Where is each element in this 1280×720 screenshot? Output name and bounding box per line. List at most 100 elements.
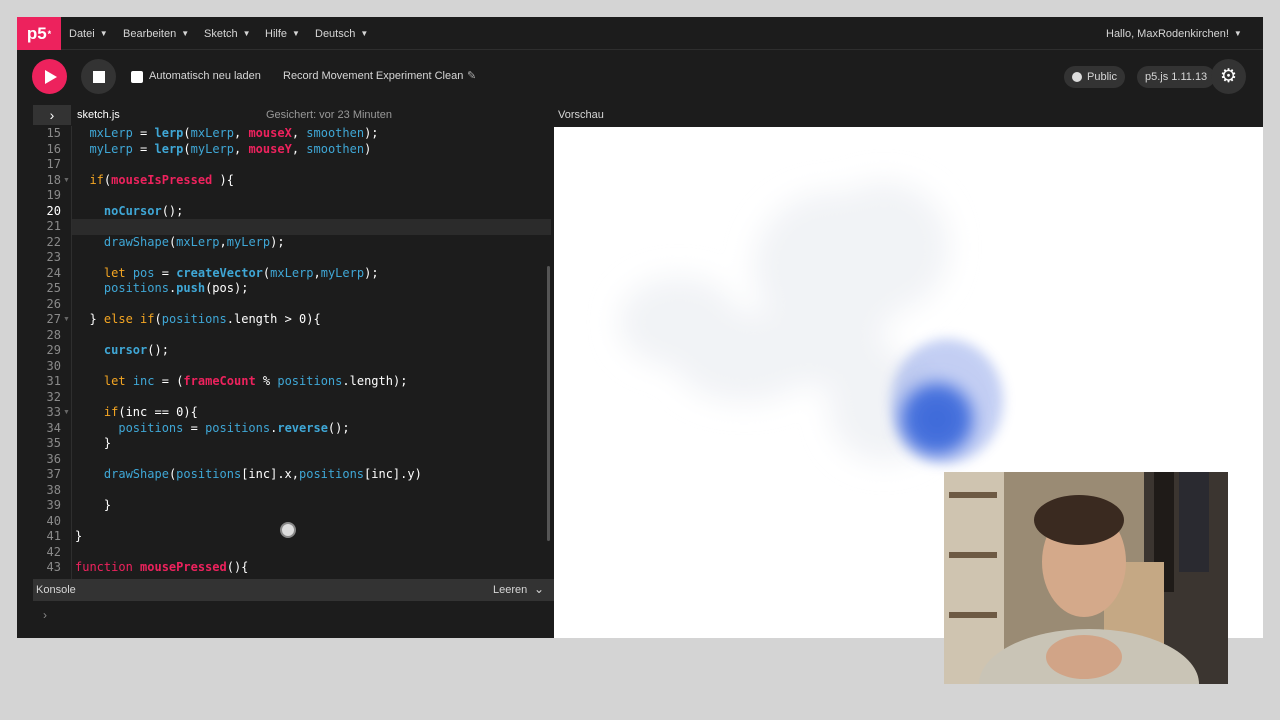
chevron-right-icon: ›: [43, 608, 47, 622]
line-number: 37: [46, 467, 61, 481]
pencil-icon[interactable]: ✎: [467, 69, 476, 82]
line-number: 31: [46, 374, 61, 388]
logo-asterisk: *: [47, 28, 52, 39]
line-number: 35: [46, 436, 61, 450]
code-line: cursor();: [103, 343, 169, 357]
stop-icon: [92, 70, 105, 83]
line-number: 30: [46, 358, 61, 373]
play-icon: [45, 69, 57, 84]
menu-help[interactable]: Hilfe ▼: [265, 17, 300, 50]
console-body[interactable]: ›: [33, 601, 554, 638]
caret-down-icon: ▼: [181, 29, 190, 38]
code-line: positions.push(pos);: [103, 281, 249, 295]
active-line-highlight: [33, 219, 551, 235]
editor-header: › sketch.js Gesichert: vor 23 Minuten: [17, 104, 554, 126]
project-name[interactable]: Record Movement Experiment Clean: [283, 70, 463, 82]
user-menu[interactable]: Hallo, MaxRodenkirchen! ▼: [1106, 17, 1242, 50]
menu-sketch[interactable]: Sketch ▼: [204, 17, 251, 50]
webcam-overlay: [944, 472, 1228, 684]
line-number: 36: [46, 451, 61, 466]
autoreload-label: Automatisch neu laden: [149, 70, 261, 82]
code-line: }: [75, 436, 112, 450]
code-line: function mousePressed(){: [75, 560, 249, 574]
code-line: if(mouseIsPressed ){: [89, 172, 234, 187]
menu-bar: p5 * Datei ▼ Bearbeiten ▼ Sketch ▼ Hilfe ▼ De…: [17, 17, 1263, 50]
user-greeting: Hallo, MaxRodenkirchen!: [1106, 27, 1229, 40]
caret-down-icon: ▼: [242, 29, 251, 38]
menu-edit-label: Bearbeiten: [123, 27, 177, 40]
menu-help-label: Hilfe: [265, 27, 288, 40]
fold-arrow-icon[interactable]: ▼: [63, 173, 70, 189]
visibility-button[interactable]: Public: [1064, 66, 1125, 88]
visibility-label: Public: [1087, 71, 1117, 83]
code-line: drawShape(mxLerp,myLerp);: [103, 234, 285, 249]
chevron-down-icon[interactable]: ⌄: [534, 582, 544, 596]
settings-button[interactable]: ⚙: [1211, 59, 1246, 94]
line-number: 17: [46, 157, 61, 171]
line-number: 29: [46, 343, 61, 357]
line-number: 41: [46, 529, 61, 543]
fold-arrow-icon[interactable]: ▼: [63, 405, 70, 421]
globe-icon: [1072, 72, 1082, 82]
line-number: 26: [46, 296, 61, 311]
code-line: } else if(positions.length > 0){: [75, 312, 321, 326]
line-number: 21: [46, 219, 61, 233]
code-line: drawShape(positions[inc].x,positions[inc…: [103, 467, 422, 481]
version-button[interactable]: p5.js 1.11.13: [1137, 66, 1216, 88]
fold-arrow-icon[interactable]: ▼: [63, 312, 70, 328]
console-label: Konsole: [36, 584, 76, 596]
line-number: 28: [46, 327, 61, 342]
code-line: positions = positions.reverse();: [118, 420, 350, 435]
line-number: 42: [46, 544, 61, 559]
line-number: 43: [46, 560, 61, 574]
code-line: myLerp = lerp(myLerp, mouseY, smoothen): [89, 141, 372, 156]
console-clear-button[interactable]: Leeren: [493, 584, 527, 596]
saved-status: Gesichert: vor 23 Minuten: [266, 109, 392, 121]
logo-text: p5: [26, 23, 47, 43]
line-gutter: 15 16 17 18 ▼ 19 20 21 22 23 24 25 26 27…: [33, 126, 72, 579]
menu-edit[interactable]: Bearbeiten ▼: [123, 17, 189, 50]
menu-file[interactable]: Datei ▼: [69, 17, 108, 50]
line-number: 15: [46, 126, 61, 140]
stop-button[interactable]: [81, 59, 116, 94]
line-number: 32: [46, 389, 61, 404]
line-number: 18: [46, 172, 61, 187]
mouse-cursor-icon: [280, 522, 296, 538]
line-number: 25: [46, 281, 61, 295]
gear-icon: ⚙: [1219, 66, 1238, 87]
line-number: 24: [46, 265, 61, 280]
line-number: 22: [46, 234, 61, 249]
menu-language[interactable]: Deutsch ▼: [315, 17, 368, 50]
autoreload-checkbox[interactable]: [131, 71, 143, 83]
menu-language-label: Deutsch: [315, 27, 356, 40]
line-number: 39: [46, 498, 61, 512]
console-header: Konsole Leeren ⌄: [33, 579, 554, 601]
code-line: noCursor();: [103, 203, 184, 218]
menu-file-label: Datei: [69, 27, 95, 40]
caret-down-icon: ▼: [360, 29, 369, 38]
line-number: 34: [46, 420, 61, 435]
p5-logo[interactable]: p5 *: [17, 17, 61, 50]
preview-label: Vorschau: [558, 109, 604, 121]
code-line: if(inc == 0){: [103, 405, 198, 419]
file-tab[interactable]: sketch.js: [77, 109, 120, 121]
line-number: 27: [46, 312, 61, 326]
line-number: 38: [46, 482, 61, 497]
code-line: let pos = createVector(mxLerp,myLerp);: [103, 265, 379, 280]
sidebar-toggle-button[interactable]: ›: [33, 105, 71, 125]
caret-down-icon: ▼: [292, 29, 300, 38]
caret-down-icon: ▼: [99, 29, 108, 38]
line-number: 16: [46, 141, 61, 156]
play-button[interactable]: [32, 59, 67, 94]
line-number: 19: [46, 188, 61, 202]
editor-scrollbar[interactable]: [547, 266, 550, 541]
code-line: }: [75, 498, 112, 512]
line-number: 20: [46, 203, 61, 218]
toolbar: Automatisch neu laden Record Movement Ex…: [17, 50, 1263, 104]
menu-sketch-label: Sketch: [204, 27, 238, 40]
code-line: mxLerp = lerp(mxLerp, mouseX, smoothen);: [89, 126, 379, 140]
webcam-image: [944, 472, 1228, 684]
code-editor[interactable]: 15 16 17 18 ▼ 19 20 21 22 23 24 25 26 27…: [33, 126, 554, 579]
caret-down-icon: ▼: [1233, 29, 1242, 38]
line-number: 33: [46, 405, 61, 419]
